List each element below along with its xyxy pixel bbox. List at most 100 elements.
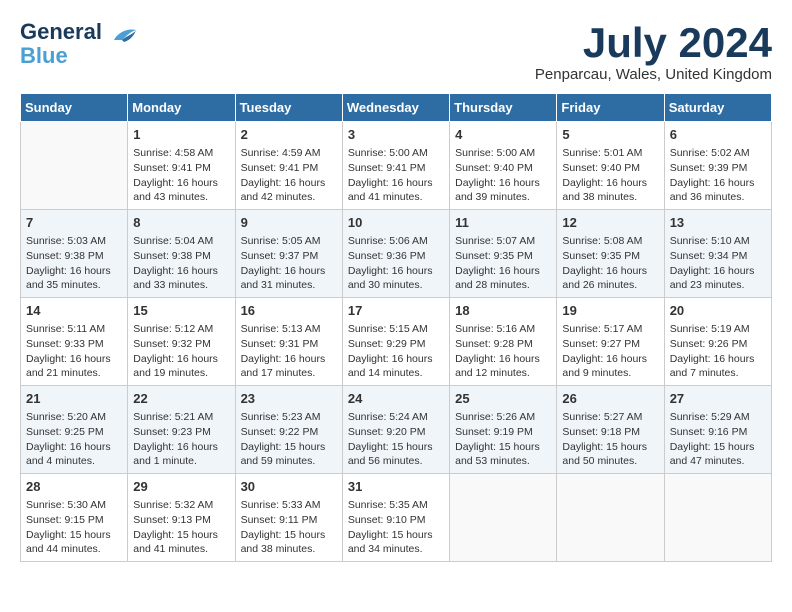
calendar-week-row: 7Sunrise: 5:03 AMSunset: 9:38 PMDaylight… [21, 210, 772, 298]
day-info: Sunrise: 5:16 AM [455, 322, 551, 337]
day-info: Daylight: 16 hours [241, 352, 337, 367]
day-info: Sunset: 9:38 PM [133, 249, 229, 264]
calendar-cell: 31Sunrise: 5:35 AMSunset: 9:10 PMDayligh… [342, 473, 449, 561]
day-number: 6 [670, 126, 766, 144]
day-info: Sunrise: 5:30 AM [26, 498, 122, 513]
day-info: Sunrise: 5:10 AM [670, 234, 766, 249]
day-info: Sunrise: 5:27 AM [562, 410, 658, 425]
day-info: Daylight: 16 hours [455, 352, 551, 367]
day-info: Sunrise: 5:35 AM [348, 498, 444, 513]
calendar-cell: 11Sunrise: 5:07 AMSunset: 9:35 PMDayligh… [450, 210, 557, 298]
day-info: and 1 minute. [133, 454, 229, 469]
day-info: Daylight: 16 hours [348, 352, 444, 367]
day-info: and 47 minutes. [670, 454, 766, 469]
day-info: and 59 minutes. [241, 454, 337, 469]
day-number: 22 [133, 390, 229, 408]
day-info: Sunset: 9:40 PM [562, 161, 658, 176]
day-info: Sunset: 9:41 PM [241, 161, 337, 176]
logo: General Blue [20, 20, 138, 68]
day-number: 30 [241, 478, 337, 496]
day-info: Daylight: 16 hours [133, 264, 229, 279]
calendar-cell: 21Sunrise: 5:20 AMSunset: 9:25 PMDayligh… [21, 386, 128, 474]
calendar-cell: 1Sunrise: 4:58 AMSunset: 9:41 PMDaylight… [128, 122, 235, 210]
day-info: Sunrise: 4:59 AM [241, 146, 337, 161]
calendar-cell: 24Sunrise: 5:24 AMSunset: 9:20 PMDayligh… [342, 386, 449, 474]
calendar-cell: 25Sunrise: 5:26 AMSunset: 9:19 PMDayligh… [450, 386, 557, 474]
day-info: Daylight: 16 hours [26, 264, 122, 279]
day-info: Sunset: 9:25 PM [26, 425, 122, 440]
day-info: Daylight: 16 hours [562, 352, 658, 367]
day-info: Daylight: 16 hours [670, 176, 766, 191]
day-info: Sunrise: 5:21 AM [133, 410, 229, 425]
day-info: Daylight: 15 hours [241, 528, 337, 543]
day-info: Daylight: 16 hours [26, 440, 122, 455]
day-info: Daylight: 15 hours [348, 528, 444, 543]
month-year-title: July 2024 [535, 20, 772, 66]
day-info: Sunrise: 5:11 AM [26, 322, 122, 337]
calendar-week-row: 21Sunrise: 5:20 AMSunset: 9:25 PMDayligh… [21, 386, 772, 474]
day-number: 20 [670, 302, 766, 320]
calendar-cell: 9Sunrise: 5:05 AMSunset: 9:37 PMDaylight… [235, 210, 342, 298]
day-info: and 31 minutes. [241, 278, 337, 293]
day-info: Sunrise: 5:12 AM [133, 322, 229, 337]
calendar-week-row: 14 Sunrise: 5:11 AMSunset: 9:33 PM Dayligh… [21, 298, 772, 386]
calendar-cell: 22Sunrise: 5:21 AMSunset: 9:23 PMDayligh… [128, 386, 235, 474]
day-info: and 12 minutes. [455, 366, 551, 381]
day-info: Daylight: 16 hours [133, 176, 229, 191]
day-info: and 34 minutes. [348, 542, 444, 557]
calendar-cell: 30 Sunrise: 5:33 AMSunset: 9:11 PMDayligh… [235, 473, 342, 561]
day-info: Daylight: 16 hours [455, 264, 551, 279]
day-info: Sunset: 9:41 PM [133, 161, 229, 176]
day-info: Sunrise: 5:17 AM [562, 322, 658, 337]
day-info: Sunset: 9:39 PM [670, 161, 766, 176]
day-number: 19 [562, 302, 658, 320]
day-number: 27 [670, 390, 766, 408]
day-info: Daylight: 16 hours [670, 352, 766, 367]
day-info: Daylight: 15 hours [133, 528, 229, 543]
day-info: Sunrise: 5:08 AM [562, 234, 658, 249]
day-info: Sunset: 9:33 PM [26, 337, 122, 352]
day-number: 7 [26, 214, 122, 232]
day-info: and 44 minutes. [26, 542, 122, 557]
calendar-cell: 17Sunrise: 5:15 AMSunset: 9:29 PMDayligh… [342, 298, 449, 386]
calendar-cell: 5Sunrise: 5:01 AMSunset: 9:40 PMDaylight… [557, 122, 664, 210]
day-info: Sunset: 9:20 PM [348, 425, 444, 440]
day-number: 14 [26, 302, 122, 320]
day-info: and 56 minutes. [348, 454, 444, 469]
day-info: and 41 minutes. [133, 542, 229, 557]
calendar-cell [21, 122, 128, 210]
calendar-cell: 15Sunrise: 5:12 AMSunset: 9:32 PMDayligh… [128, 298, 235, 386]
day-info: Sunrise: 5:29 AM [670, 410, 766, 425]
day-info: Sunrise: 5:02 AM [670, 146, 766, 161]
day-info: and 35 minutes. [26, 278, 122, 293]
calendar-cell: 2Sunrise: 4:59 AMSunset: 9:41 PMDaylight… [235, 122, 342, 210]
weekday-header-monday: Monday [128, 94, 235, 122]
day-info: Daylight: 16 hours [348, 264, 444, 279]
day-info: Sunset: 9:32 PM [133, 337, 229, 352]
calendar-cell: 29Sunrise: 5:32 AMSunset: 9:13 PMDayligh… [128, 473, 235, 561]
day-info: Sunset: 9:37 PM [241, 249, 337, 264]
day-number: 18 [455, 302, 551, 320]
day-info: Sunset: 9:27 PM [562, 337, 658, 352]
day-info: Sunrise: 5:33 AM [241, 498, 337, 513]
weekday-header-friday: Friday [557, 94, 664, 122]
day-info: and 43 minutes. [133, 190, 229, 205]
weekday-header-tuesday: Tuesday [235, 94, 342, 122]
day-info: Sunrise: 5:15 AM [348, 322, 444, 337]
day-number: 5 [562, 126, 658, 144]
day-number: 12 [562, 214, 658, 232]
day-number: 9 [241, 214, 337, 232]
day-info: and 19 minutes. [133, 366, 229, 381]
day-number: 11 [455, 214, 551, 232]
day-info: Daylight: 15 hours [455, 440, 551, 455]
day-info: and 36 minutes. [670, 190, 766, 205]
day-info: Sunset: 9:11 PM [241, 513, 337, 528]
day-info: Daylight: 16 hours [562, 264, 658, 279]
calendar-week-row: 1Sunrise: 4:58 AMSunset: 9:41 PMDaylight… [21, 122, 772, 210]
weekday-header-thursday: Thursday [450, 94, 557, 122]
day-number: 25 [455, 390, 551, 408]
day-info: and 33 minutes. [133, 278, 229, 293]
day-info: Sunrise: 5:20 AM [26, 410, 122, 425]
day-number: 1 [133, 126, 229, 144]
day-info: Sunrise: 5:07 AM [455, 234, 551, 249]
